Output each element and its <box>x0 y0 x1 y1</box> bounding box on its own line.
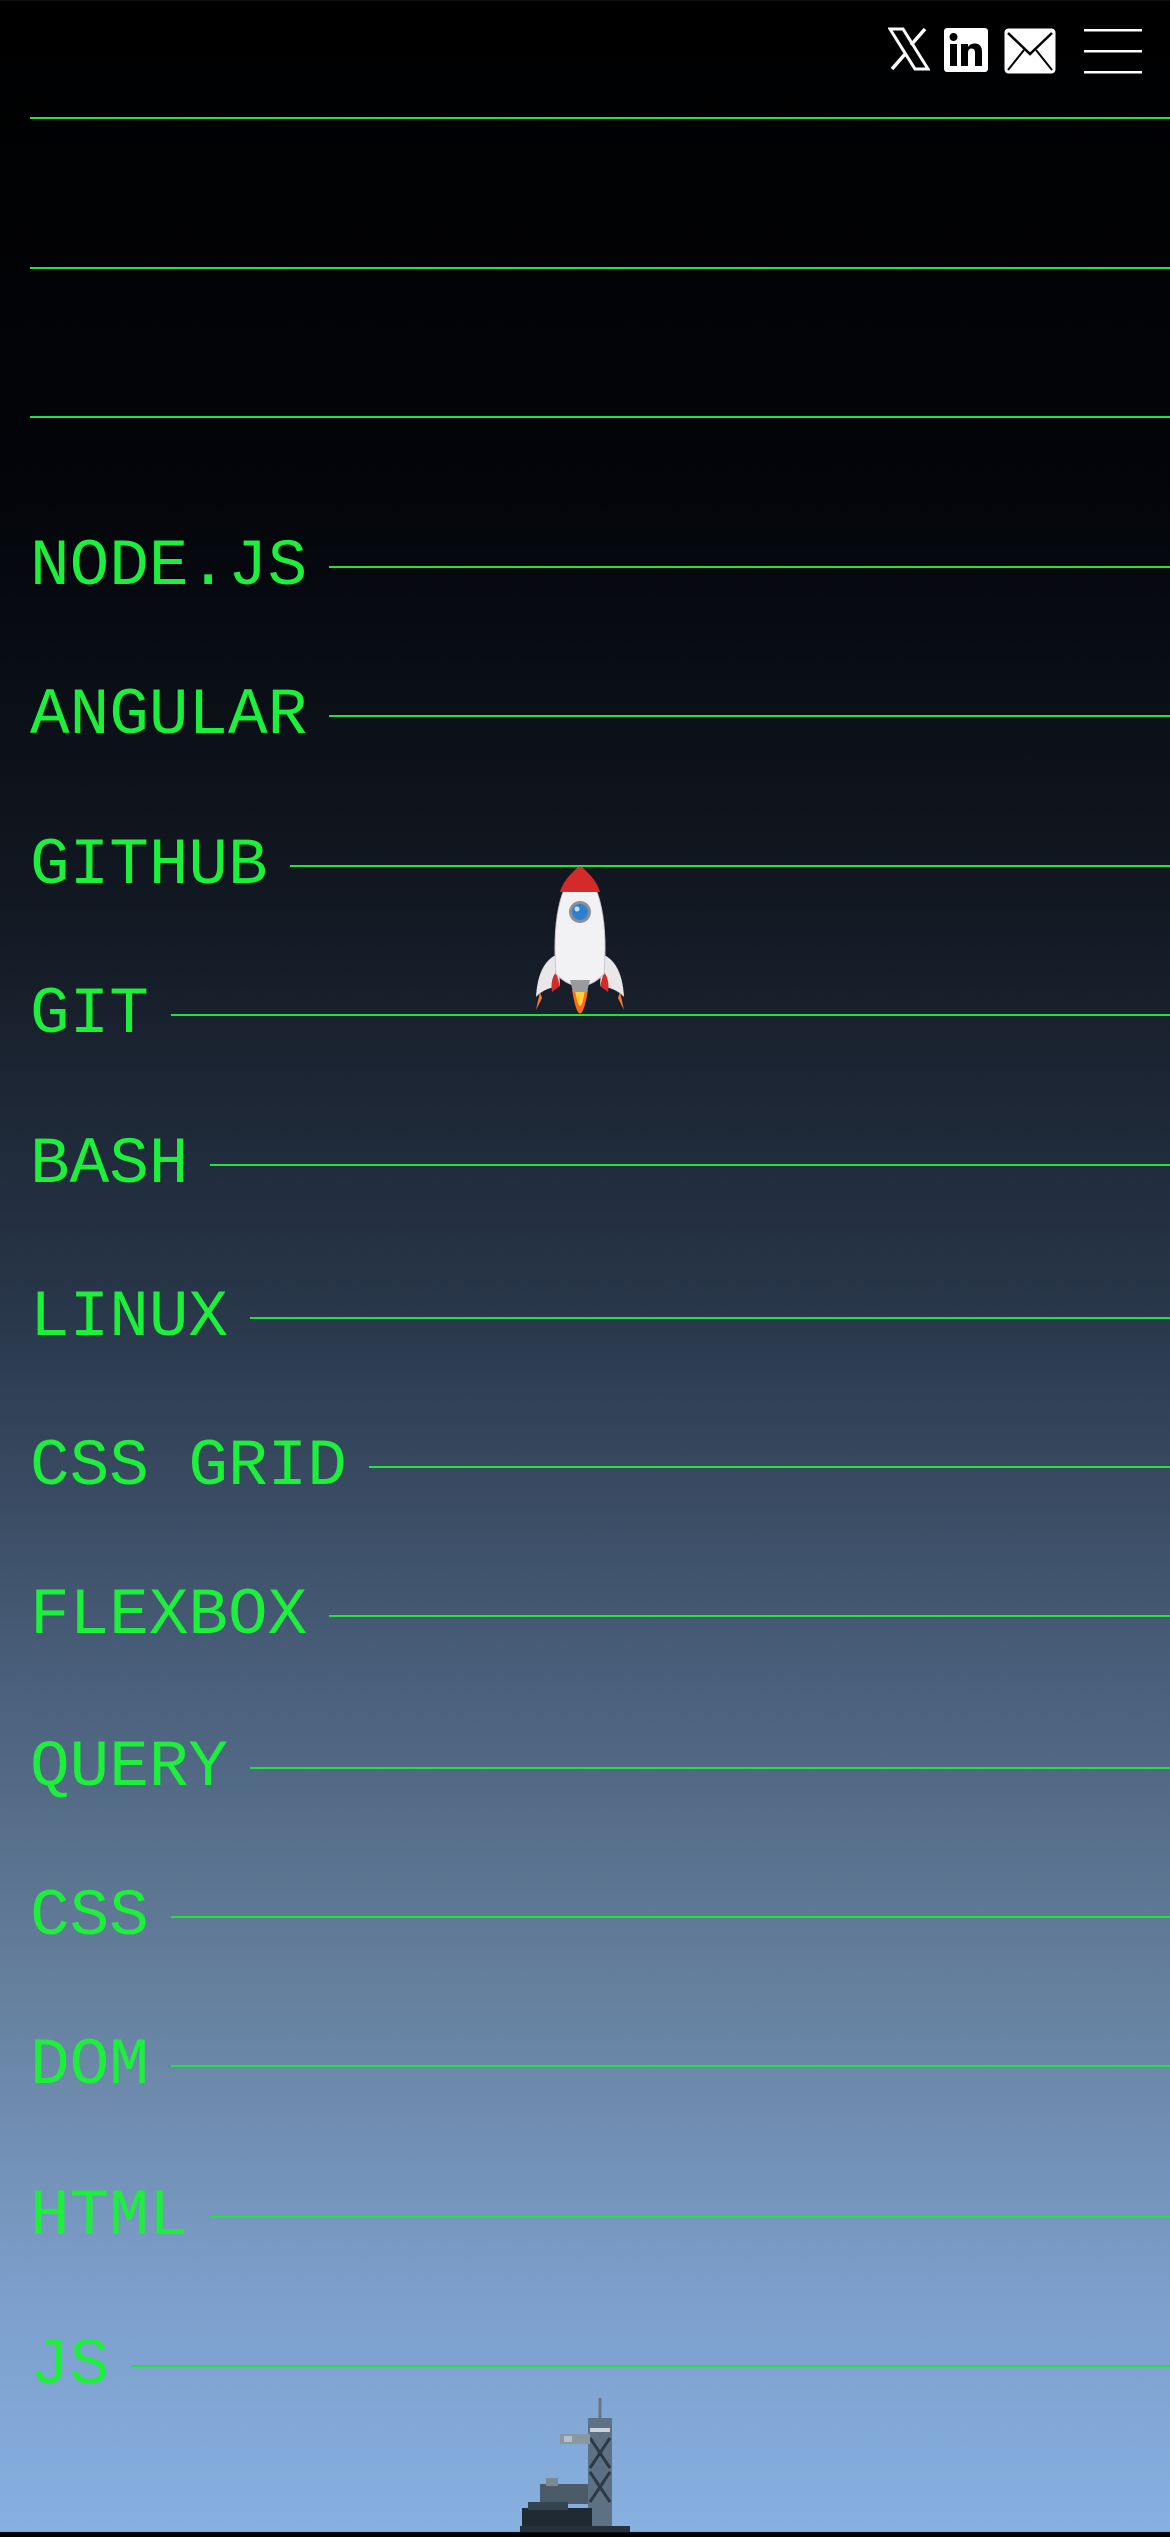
skill-row <box>30 78 1170 158</box>
mail-icon[interactable] <box>1004 28 1056 74</box>
rocket-icon <box>530 862 630 1032</box>
skill-line <box>30 267 1170 269</box>
skill-line <box>368 1466 1170 1468</box>
skill-row: FLEXBOX <box>30 1576 1170 1656</box>
skill-label: CSS <box>30 1879 149 1954</box>
skill-line <box>289 865 1170 867</box>
skill-row: ANGULAR <box>30 676 1170 756</box>
skill-row <box>30 228 1170 308</box>
skill-label: DOM <box>30 2028 149 2103</box>
skill-line <box>170 2065 1170 2067</box>
skill-label: FLEXBOX <box>30 1578 308 1653</box>
skill-row: DOM <box>30 2026 1170 2106</box>
skill-line <box>329 1615 1170 1617</box>
x-icon[interactable] <box>887 27 931 71</box>
skill-label: JS <box>30 2328 110 2403</box>
launch-tower-icon <box>520 2398 630 2532</box>
skill-row: JS <box>30 2326 1170 2406</box>
skill-line <box>30 117 1170 119</box>
skill-label: CSS GRID <box>30 1429 347 1504</box>
menu-icon[interactable] <box>1084 28 1142 74</box>
skill-row: QUERY <box>30 1728 1170 1808</box>
skill-row: NODE.JS <box>30 527 1170 607</box>
skill-label: NODE.JS <box>30 529 308 604</box>
skill-line <box>30 416 1170 418</box>
skill-row <box>30 377 1170 457</box>
skill-line <box>250 1767 1170 1769</box>
skill-line <box>170 1014 1170 1016</box>
skill-row: CSS GRID <box>30 1427 1170 1507</box>
skill-label: ANGULAR <box>30 678 308 753</box>
linkedin-icon[interactable] <box>944 28 988 72</box>
skill-row: HTML <box>30 2177 1170 2257</box>
skill-label: HTML <box>30 2179 189 2254</box>
skill-line <box>210 1164 1170 1166</box>
skill-line <box>329 715 1170 717</box>
skill-row: LINUX <box>30 1278 1170 1358</box>
skill-line <box>250 1317 1170 1319</box>
skill-row: CSS <box>30 1877 1170 1957</box>
skill-row: BASH <box>30 1125 1170 1205</box>
skill-label: GITHUB <box>30 828 268 903</box>
skill-label: BASH <box>30 1127 189 1202</box>
skill-label: GIT <box>30 977 149 1052</box>
skill-label: QUERY <box>30 1730 229 1805</box>
skill-line <box>210 2216 1170 2218</box>
skill-line <box>329 566 1170 568</box>
skill-line <box>170 1916 1170 1918</box>
skill-line <box>131 2365 1170 2367</box>
skill-label: LINUX <box>30 1280 229 1355</box>
